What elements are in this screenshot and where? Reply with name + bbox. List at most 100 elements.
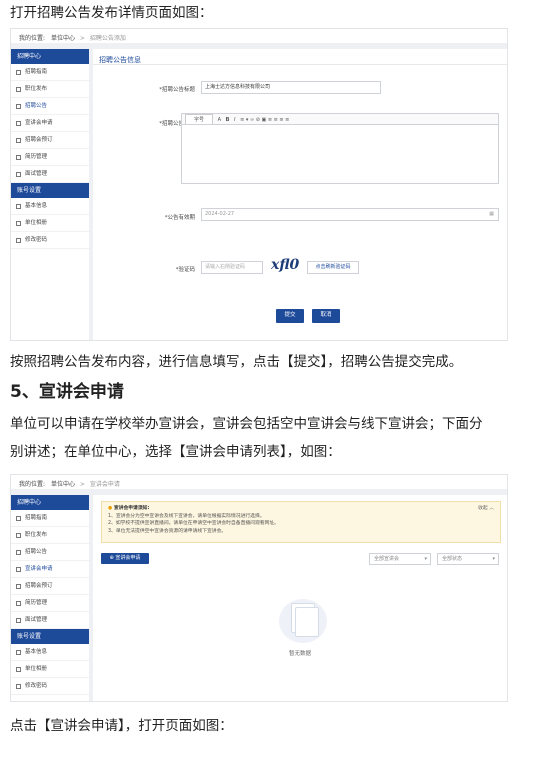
- status-filter[interactable]: 全部状态 ▾: [437, 553, 499, 565]
- seminar-paragraph-line1: 单位可以申请在学校举办宣讲会，宣讲会包括空中宣讲会与线下宣讲会；下面分: [10, 416, 483, 432]
- intro-paragraph: 打开招聘公告发布详情页面如图：: [10, 5, 213, 21]
- captcha-input[interactable]: 请输入右侧验证码: [201, 261, 263, 274]
- breadcrumb: 我的位置: 单位中心 > 宣讲会申请: [11, 475, 507, 489]
- sidebar-item-label: 基本信息: [25, 203, 48, 209]
- sidebar-item-album[interactable]: 单位相册: [11, 661, 89, 678]
- cancel-button[interactable]: 取消: [312, 309, 340, 323]
- sidebar-item-announcement[interactable]: 招聘公告: [11, 98, 89, 115]
- breadcrumb-current: 招聘公告添加: [89, 35, 126, 42]
- announcement-panel: 招聘公告信息 *招聘公告标题 上海士达方信息科技有限公司 *招聘公告详情 字号 …: [93, 49, 507, 340]
- sidebar-item-guide[interactable]: 招聘指南: [11, 64, 89, 81]
- interview-icon: [16, 618, 21, 623]
- sidebar-item-job-post[interactable]: 职位发布: [11, 81, 89, 98]
- announcement-icon: [16, 550, 21, 555]
- sidebar-item-label: 简历管理: [25, 154, 48, 160]
- sidebar-item-label: 宣讲会申请: [25, 566, 53, 572]
- sidebar-group-recruit[interactable]: 招聘中心: [11, 49, 89, 64]
- captcha-image[interactable]: xfl0: [271, 257, 299, 273]
- chevron-down-icon: ▾: [424, 556, 427, 562]
- section-heading: 5、宣讲会申请: [10, 382, 124, 402]
- sidebar-item-interview[interactable]: 面试管理: [11, 612, 89, 629]
- seminar-icon: [16, 121, 21, 126]
- notice-line: 1、宣讲会分为空中宣讲会及线下宣讲会，请单位根据实际情况进行选择。: [108, 513, 265, 519]
- breadcrumb-label: 我的位置:: [19, 481, 46, 488]
- empty-state-icon: [275, 593, 331, 645]
- sidebar-item-seminar[interactable]: 宣讲会申请: [11, 561, 89, 578]
- album-icon: [16, 221, 21, 226]
- sidebar-item-interview[interactable]: 面试管理: [11, 166, 89, 183]
- fair-icon: [16, 138, 21, 143]
- resume-icon: [16, 155, 21, 160]
- apply-seminar-button[interactable]: ⊕ 宣讲会申请: [101, 553, 149, 564]
- sidebar-item-seminar[interactable]: 宣讲会申请: [11, 115, 89, 132]
- breadcrumb-center-link[interactable]: 单位中心: [51, 481, 75, 488]
- chevron-down-icon: ▾: [492, 556, 495, 562]
- breadcrumb-separator: >: [79, 481, 85, 488]
- sidebar-group-account[interactable]: 账号设置: [11, 183, 89, 198]
- filter-value: 全部状态: [442, 556, 463, 562]
- sidebar-item-job-fair[interactable]: 招聘会预订: [11, 578, 89, 595]
- notice-title: ● 宣讲会申请须知:: [108, 505, 494, 513]
- editor-toolbar: 字号 A B I ≡ ▾ ∞ ⊘ ▣ ≡ ≡ ≡ ≡: [181, 113, 499, 126]
- album-icon: [16, 667, 21, 672]
- job-icon: [16, 533, 21, 538]
- sidebar-item-guide[interactable]: 招聘指南: [11, 510, 89, 527]
- fair-icon: [16, 584, 21, 589]
- sidebar-item-label: 修改密码: [25, 683, 48, 689]
- sidebar-item-label: 职位发布: [25, 86, 48, 92]
- captcha-label: *验证码: [175, 267, 195, 273]
- sidebar-item-label: 面试管理: [25, 617, 48, 623]
- breadcrumb-label: 我的位置:: [19, 35, 46, 42]
- resume-icon: [16, 601, 21, 606]
- sidebar: 招聘中心 招聘指南 职位发布 招聘公告 宣讲会申请 招聘会预订 简历管理 面试管…: [11, 495, 89, 701]
- notice-line: 2、如学校不提供宣讲直播间，请单位在申请空中宣讲会时自备直播间观看网址。: [108, 521, 279, 526]
- empty-text: 暂无数据: [288, 651, 311, 657]
- breadcrumb-separator: >: [79, 35, 85, 42]
- filter-value: 全部宣讲会: [374, 556, 400, 562]
- announcement-detail-editor[interactable]: [181, 124, 499, 184]
- title-label: *招聘公告标题: [159, 87, 195, 93]
- seminar-panel: ● 宣讲会申请须知: 1、宣讲会分为空中宣讲会及线下宣讲会，请单位根据实际情况进…: [93, 495, 507, 701]
- sidebar-item-job-fair[interactable]: 招聘会预订: [11, 132, 89, 149]
- sidebar-item-password[interactable]: 修改密码: [11, 232, 89, 249]
- announcement-form-screenshot: 我的位置: 单位中心 > 招聘公告添加 招聘中心 招聘指南 职位发布 招聘公告 …: [10, 28, 508, 341]
- sidebar-item-resume[interactable]: 简历管理: [11, 595, 89, 612]
- sidebar-item-album[interactable]: 单位相册: [11, 215, 89, 232]
- collapse-toggle[interactable]: 收起 ︿: [478, 505, 494, 513]
- lock-icon: [16, 238, 21, 243]
- sidebar-item-job-post[interactable]: 职位发布: [11, 527, 89, 544]
- apply-instruction: 点击【宣讲会申请】，打开页面如图：: [10, 718, 233, 734]
- sidebar-item-label: 面试管理: [25, 171, 48, 177]
- sidebar-group-recruit[interactable]: 招聘中心: [11, 495, 89, 510]
- guide-icon: [16, 70, 21, 75]
- sidebar-item-label: 宣讲会申请: [25, 120, 53, 126]
- date-label: *公告有效期: [164, 215, 195, 221]
- notice-line: 3、单位无法提供空中宣讲会资源的请申请线下宣讲会。: [108, 528, 227, 534]
- seminar-type-filter[interactable]: 全部宣讲会 ▾: [369, 553, 431, 565]
- refresh-captcha-button[interactable]: 点击刷新验证码: [307, 261, 359, 274]
- submit-button[interactable]: 提交: [276, 309, 304, 323]
- sidebar-group-account[interactable]: 账号设置: [11, 629, 89, 644]
- sidebar-item-announcement[interactable]: 招聘公告: [11, 544, 89, 561]
- seminar-notice: ● 宣讲会申请须知: 1、宣讲会分为空中宣讲会及线下宣讲会，请单位根据实际情况进…: [101, 501, 501, 543]
- notice-icon: ●: [108, 506, 113, 511]
- sidebar-item-label: 招聘指南: [25, 515, 48, 521]
- breadcrumb-center-link[interactable]: 单位中心: [51, 35, 75, 42]
- announcement-title-input[interactable]: 上海士达方信息科技有限公司: [201, 81, 381, 94]
- sidebar-item-basic-info[interactable]: 基本信息: [11, 198, 89, 215]
- sidebar-item-basic-info[interactable]: 基本信息: [11, 644, 89, 661]
- sidebar-item-password[interactable]: 修改密码: [11, 678, 89, 695]
- notice-title-text: 宣讲会申请须知:: [113, 506, 150, 511]
- guide-icon: [16, 516, 21, 521]
- info-icon: [16, 650, 21, 655]
- calendar-icon[interactable]: ▦: [489, 209, 494, 220]
- sidebar-item-resume[interactable]: 简历管理: [11, 149, 89, 166]
- sidebar-item-label: 修改密码: [25, 237, 48, 243]
- breadcrumb-current: 宣讲会申请: [89, 481, 120, 488]
- interview-icon: [16, 172, 21, 177]
- sidebar-item-label: 招聘会预订: [25, 137, 53, 143]
- submit-instruction: 按照招聘公告发布内容，进行信息填写，点击【提交】，招聘公告提交完成。: [10, 354, 463, 370]
- expiry-date-input[interactable]: 2024-02-27 ▦: [201, 208, 499, 221]
- sidebar-item-label: 招聘会预订: [25, 583, 53, 589]
- seminar-paragraph-line2: 别讲述；在单位中心，选择【宣讲会申请列表】，如图：: [10, 444, 341, 460]
